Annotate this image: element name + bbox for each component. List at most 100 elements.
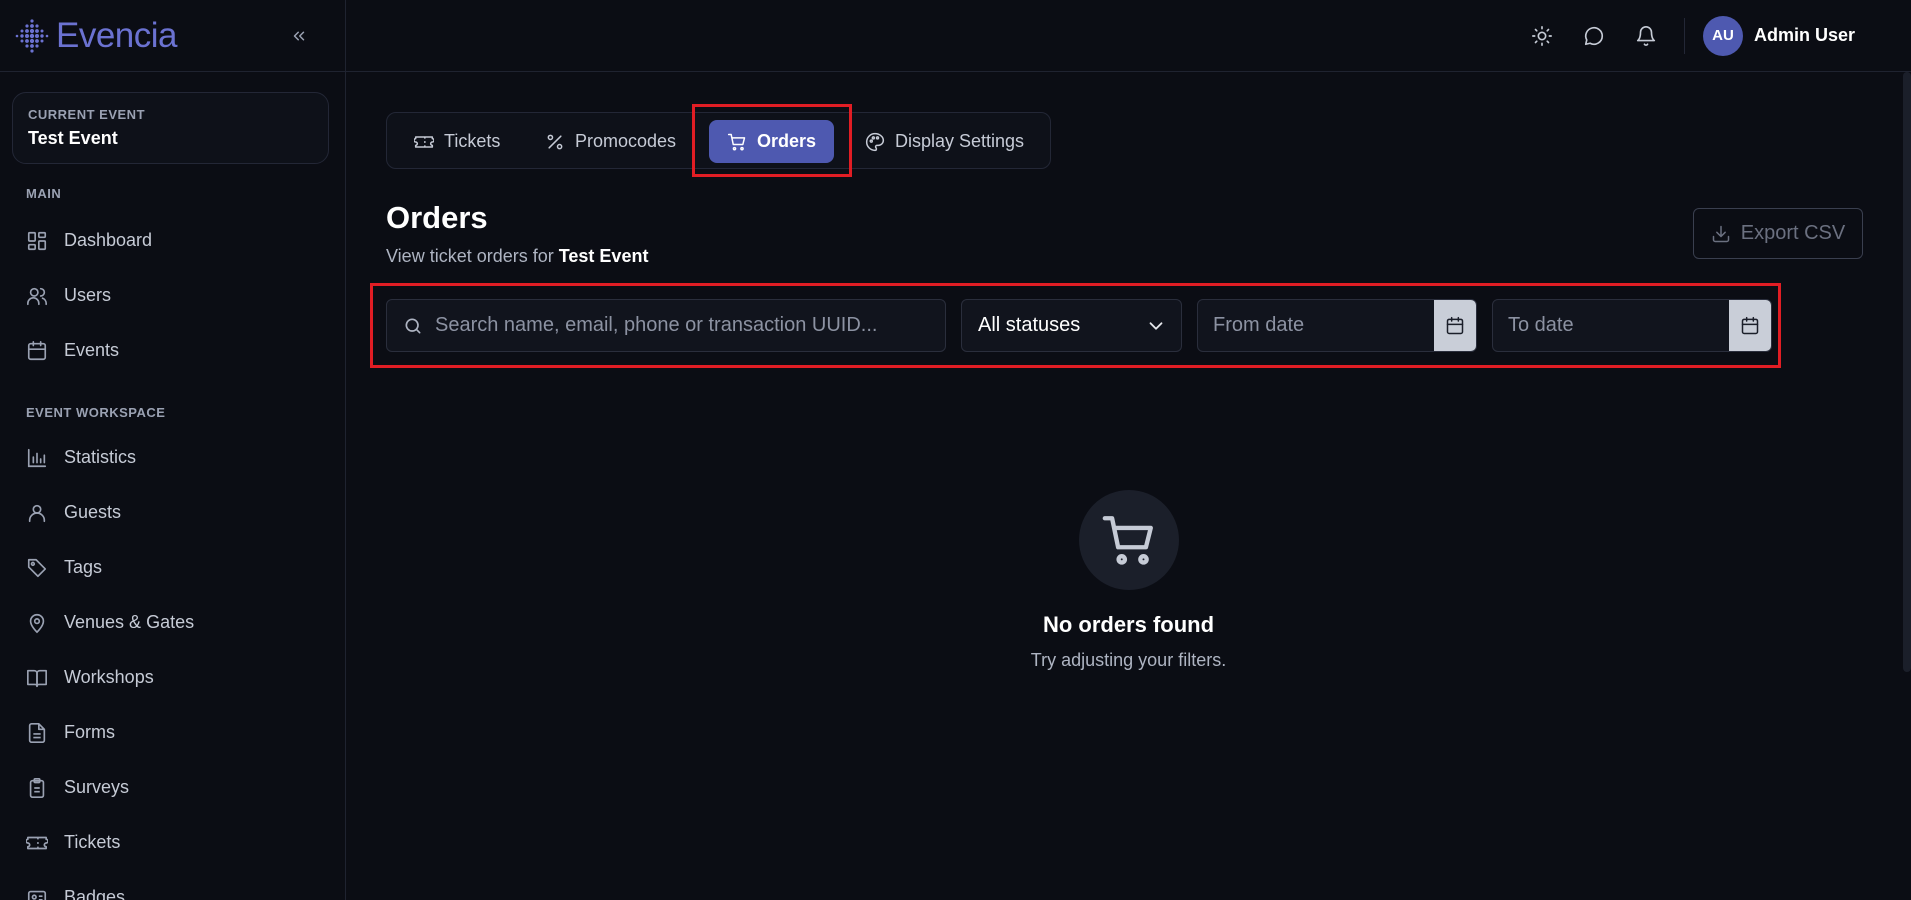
calendar-icon [1741,316,1759,334]
sidebar-item-label: Tags [64,557,103,577]
sidebar-item-users[interactable]: Users [0,268,345,323]
book-icon [27,669,47,687]
tabs: Tickets Promocodes Orders Display Settin… [386,112,1051,169]
user-name: Admin User [1753,25,1855,45]
sidebar-item-label: Guests [64,502,122,522]
cart-icon [1102,516,1153,565]
empty-state-icon-circle [1078,490,1179,590]
dashboard-icon [27,231,47,250]
sidebar-item-tags[interactable]: Tags [0,540,345,595]
current-event-name: Test Event [28,128,118,148]
user-menu[interactable]: AU Admin User [1702,15,1855,56]
tag-icon [27,558,47,577]
topbar: AU Admin User [346,0,1911,72]
page-subtitle-prefix: View ticket orders for [386,246,554,266]
sidebar-item-events[interactable]: Events [0,323,345,378]
users-icon [27,287,47,305]
sidebar-item-statistics[interactable]: Statistics [0,430,345,485]
to-date-input[interactable]: To date [1493,300,1729,351]
filters-bar: All statuses From date To date [386,299,1778,352]
sun-icon [1531,25,1552,46]
tab-orders[interactable]: Orders [709,120,835,163]
status-select[interactable]: All statuses [961,299,1182,352]
calendar-icon [27,340,47,360]
tab-display-settings[interactable]: Display Settings [847,120,1042,163]
sidebar-item-dashboard[interactable]: Dashboard [0,213,345,268]
sidebar-item-label: Users [64,285,112,305]
logo-dots-icon [15,18,49,53]
sidebar: Evencia CURRENT EVENT Test Event MAIN Da… [0,0,346,900]
sidebar-item-label: Badges [64,887,126,900]
page-title: Orders [386,200,488,235]
sidebar-item-guests[interactable]: Guests [0,485,345,540]
page-subtitle-event: Test Event [558,246,649,266]
sidebar-item-workshops[interactable]: Workshops [0,650,345,705]
sidebar-item-label: Surveys [64,777,130,797]
search-icon [405,318,421,333]
current-event-card[interactable]: CURRENT EVENT Test Event [12,92,329,164]
chevrons-left-icon [293,31,305,40]
percent-icon [547,134,563,149]
section-label-main: MAIN [26,186,62,201]
file-icon [28,722,46,743]
sidebar-header: Evencia [0,0,345,72]
to-date-picker-button[interactable] [1729,300,1771,351]
nav-main: MAIN [0,186,345,201]
sidebar-item-label: Forms [64,722,115,742]
ticket-icon [26,836,48,849]
nav-workspace-items: Statistics Guests Tags Venues & Gates Wo… [0,430,345,900]
collapse-sidebar-button[interactable] [283,20,315,52]
avatar: AU [1702,15,1743,56]
empty-state-title: No orders found [1042,612,1215,637]
bar-chart-icon [27,448,47,467]
sidebar-item-forms[interactable]: Forms [0,705,345,760]
sidebar-item-tickets[interactable]: Tickets [0,815,345,870]
tab-tickets[interactable]: Tickets [396,120,518,163]
sidebar-item-venues-gates[interactable]: Venues & Gates [0,595,345,650]
theme-toggle-button[interactable] [1516,16,1568,56]
nav-workspace: EVENT WORKSPACE [0,405,345,420]
topbar-divider [1683,17,1685,54]
empty-state-subtitle: Try adjusting your filters. [1030,650,1227,670]
download-icon [1712,225,1729,242]
from-date-field[interactable]: From date [1197,299,1477,352]
notifications-button[interactable] [1620,16,1672,56]
tab-label: Display Settings [895,131,1025,151]
chevron-down-icon [1149,321,1163,330]
sidebar-item-label: Statistics [64,447,137,467]
tab-label: Tickets [444,131,501,151]
from-date-input[interactable]: From date [1198,300,1434,351]
tab-promocodes[interactable]: Promocodes [527,120,694,163]
status-select-value: All statuses [978,314,1081,336]
map-pin-icon [29,613,45,633]
palette-icon [866,132,885,151]
search-input[interactable] [435,314,915,337]
logo[interactable]: Evencia [14,16,178,56]
ticket-icon [414,135,434,148]
badge-icon [27,890,47,900]
export-csv-label: Export CSV [1740,222,1846,244]
tab-label: Promocodes [575,131,677,151]
search-box[interactable] [386,299,946,352]
main-content: Tickets Promocodes Orders Display Settin… [346,72,1911,900]
bell-icon [1636,25,1656,46]
sidebar-item-label: Workshops [64,667,154,687]
empty-state: No orders found Try adjusting your filte… [346,490,1911,671]
sidebar-item-surveys[interactable]: Surveys [0,760,345,815]
sidebar-item-badges[interactable]: Badges [0,870,345,900]
nav-main-items: Dashboard Users Events [0,213,345,378]
current-event-label: CURRENT EVENT [28,107,146,122]
to-date-field[interactable]: To date [1492,299,1772,352]
clipboard-icon [29,777,45,798]
section-label-event-workspace: EVENT WORKSPACE [26,405,166,420]
from-date-picker-button[interactable] [1434,300,1476,351]
sidebar-item-label: Tickets [64,832,121,852]
user-icon [28,504,46,522]
page-subtitle: View ticket orders for Test Event [386,246,648,267]
calendar-icon [1446,316,1464,334]
sidebar-item-label: Events [64,340,120,360]
sidebar-item-label: Dashboard [64,230,153,250]
scrollbar[interactable] [1903,72,1911,672]
export-csv-button[interactable]: Export CSV [1693,208,1863,259]
messages-button[interactable] [1568,16,1620,56]
